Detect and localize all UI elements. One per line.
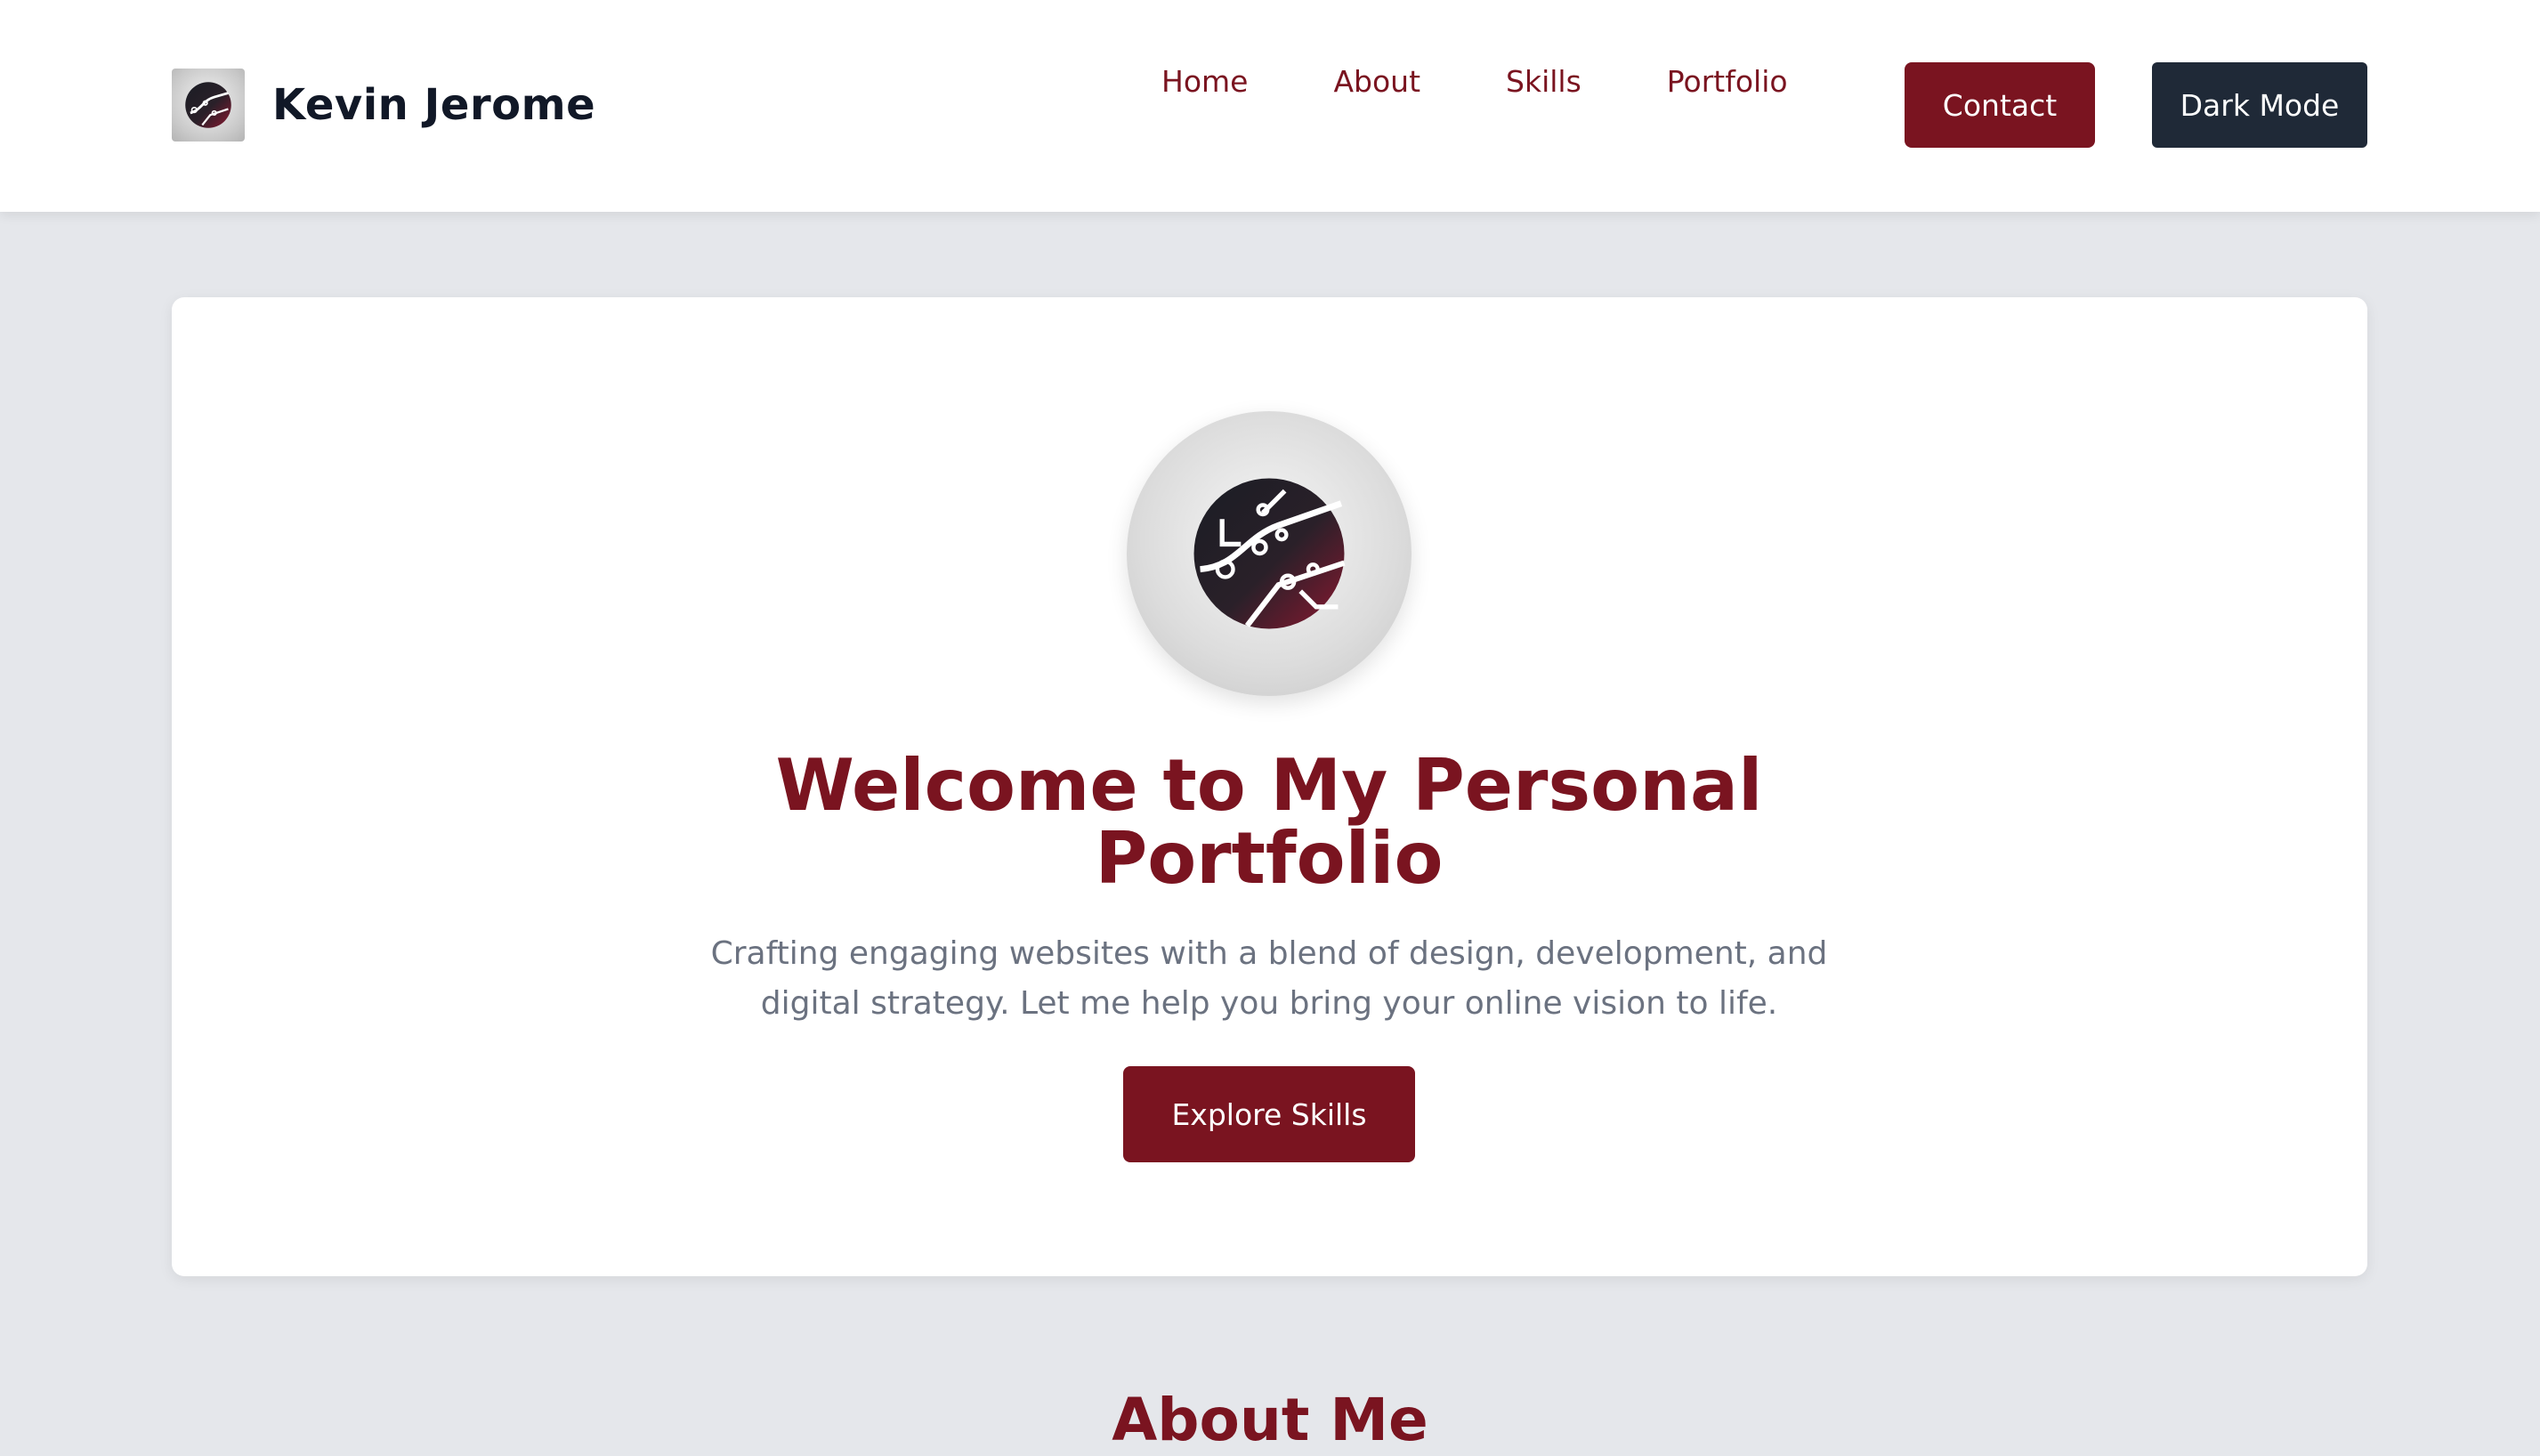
nav-link-home[interactable]: Home <box>1161 62 1248 101</box>
nav-link-about[interactable]: About <box>1333 62 1420 101</box>
nav-links: Home About Skills Portfolio <box>1161 62 1788 101</box>
hero-subtitle: Crafting engaging websites with a blend … <box>710 935 1828 1022</box>
explore-skills-button[interactable]: Explore Skills <box>1123 1066 1415 1162</box>
circuit-globe-icon <box>1193 478 1346 629</box>
about-section-title: About Me <box>1112 1386 1428 1454</box>
nav-link-skills[interactable]: Skills <box>1506 62 1581 101</box>
contact-button[interactable]: Contact <box>1905 62 2095 148</box>
hero-title: Welcome to My Personal Portfolio <box>775 744 1763 900</box>
hero-avatar <box>1127 411 1412 696</box>
navbar: Kevin Jerome Home About Skills Portfolio… <box>0 0 2540 212</box>
brand-logo[interactable] <box>172 69 245 142</box>
brand[interactable]: Kevin Jerome <box>172 69 595 142</box>
brand-name[interactable]: Kevin Jerome <box>272 80 595 130</box>
circuit-globe-icon <box>185 82 231 128</box>
dark-mode-button[interactable]: Dark Mode <box>2152 62 2367 148</box>
nav-link-portfolio[interactable]: Portfolio <box>1667 62 1788 101</box>
hero-card: Welcome to My Personal Portfolio Craftin… <box>172 297 2367 1276</box>
